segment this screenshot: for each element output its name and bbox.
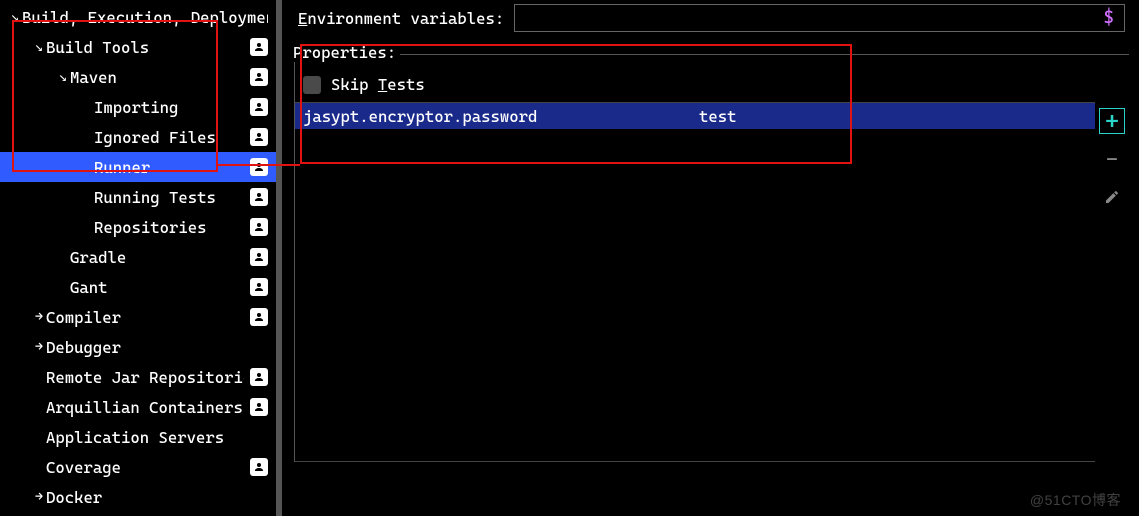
watermark: @51CTO博客 [1030,490,1121,510]
project-override-icon [250,68,268,86]
tree-item-label: Build, Execution, Deploymen [22,8,268,27]
tree-item[interactable]: Repositories [0,212,276,242]
project-override-icon [250,368,268,386]
tree-item-label: Application Servers [46,428,268,447]
expand-right-icon: → [32,489,46,505]
tree-item[interactable]: →Debugger [0,332,276,362]
pencil-icon [1104,189,1120,205]
expand-right-icon: → [32,309,46,325]
project-override-icon [250,278,268,296]
settings-tree[interactable]: ↘Build, Execution, Deploymen↘Build Tools… [0,0,282,516]
tree-item[interactable]: Gradle [0,242,276,272]
env-vars-input[interactable]: $ [514,4,1125,32]
project-override-icon [250,308,268,326]
tree-item-label: Gant [70,278,244,297]
project-override-icon [250,248,268,266]
env-vars-label: Environment variables: [298,9,504,28]
skip-tests-checkbox[interactable] [303,76,321,94]
expand-down-icon: ↘ [56,69,70,85]
env-vars-row: Environment variables: $ [282,2,1139,42]
tree-item-label: Arquillian Containers [46,398,244,417]
expand-macro-icon[interactable]: $ [1103,7,1114,28]
tree-item-label: Running Tests [94,188,244,207]
tree-item[interactable]: Gant [0,272,276,302]
tree-item-label: Gradle [70,248,244,267]
project-override-icon [250,458,268,476]
maven-runner-panel: Environment variables: $ Properties: Ski… [282,0,1139,516]
remove-property-button[interactable]: − [1099,146,1125,172]
tree-item-label: Runner [94,158,244,177]
project-override-icon [250,158,268,176]
skip-tests-label: Skip Tests [331,75,425,94]
tree-item-label: Compiler [46,308,244,327]
project-override-icon [250,38,268,56]
tree-item-label: Maven [70,68,244,87]
tree-item[interactable]: Coverage [0,452,276,482]
tree-item[interactable]: Remote Jar Repositorie [0,362,276,392]
properties-table[interactable]: jasypt.encryptor.passwordtest [295,102,1095,462]
expand-down-icon: ↘ [8,9,22,25]
tree-item-label: Docker [46,488,268,507]
tree-item-label: Remote Jar Repositorie [46,368,244,387]
project-override-icon [250,98,268,116]
skip-tests-row[interactable]: Skip Tests [295,73,1129,102]
project-override-icon [250,128,268,146]
properties-fieldset: Properties: Skip Tests jasypt.encryptor.… [294,54,1129,462]
tree-item[interactable]: Application Servers [0,422,276,452]
tree-item[interactable]: Ignored Files [0,122,276,152]
tree-item-label: Importing [94,98,244,117]
project-override-icon [250,398,268,416]
tree-item[interactable]: →Compiler [0,302,276,332]
tree-item[interactable]: →Java Profiler [0,512,276,516]
property-key: jasypt.encryptor.password [303,107,699,126]
tree-item[interactable]: ↘Build, Execution, Deploymen [0,2,276,32]
property-value: test [699,107,1087,126]
edit-property-button[interactable] [1099,184,1125,210]
tree-item[interactable]: Running Tests [0,182,276,212]
tree-item[interactable]: Importing [0,92,276,122]
property-row[interactable]: jasypt.encryptor.passwordtest [295,103,1095,129]
tree-item-label: Debugger [46,338,268,357]
properties-legend: Properties: [289,43,400,62]
tree-item-label: Repositories [94,218,244,237]
tree-item-selected[interactable]: Runner [0,152,276,182]
tree-item-label: Coverage [46,458,244,477]
tree-item-label: Ignored Files [94,128,244,147]
tree-item-label: Build Tools [46,38,244,57]
expand-down-icon: ↘ [32,39,46,55]
expand-right-icon: → [32,339,46,355]
tree-item[interactable]: ↘Build Tools [0,32,276,62]
tree-item[interactable]: ↘Maven [0,62,276,92]
project-override-icon [250,188,268,206]
add-property-button[interactable]: + [1099,108,1125,134]
tree-item[interactable]: →Docker [0,482,276,512]
properties-tools: + − [1095,102,1129,210]
tree-item[interactable]: Arquillian Containers [0,392,276,422]
project-override-icon [250,218,268,236]
